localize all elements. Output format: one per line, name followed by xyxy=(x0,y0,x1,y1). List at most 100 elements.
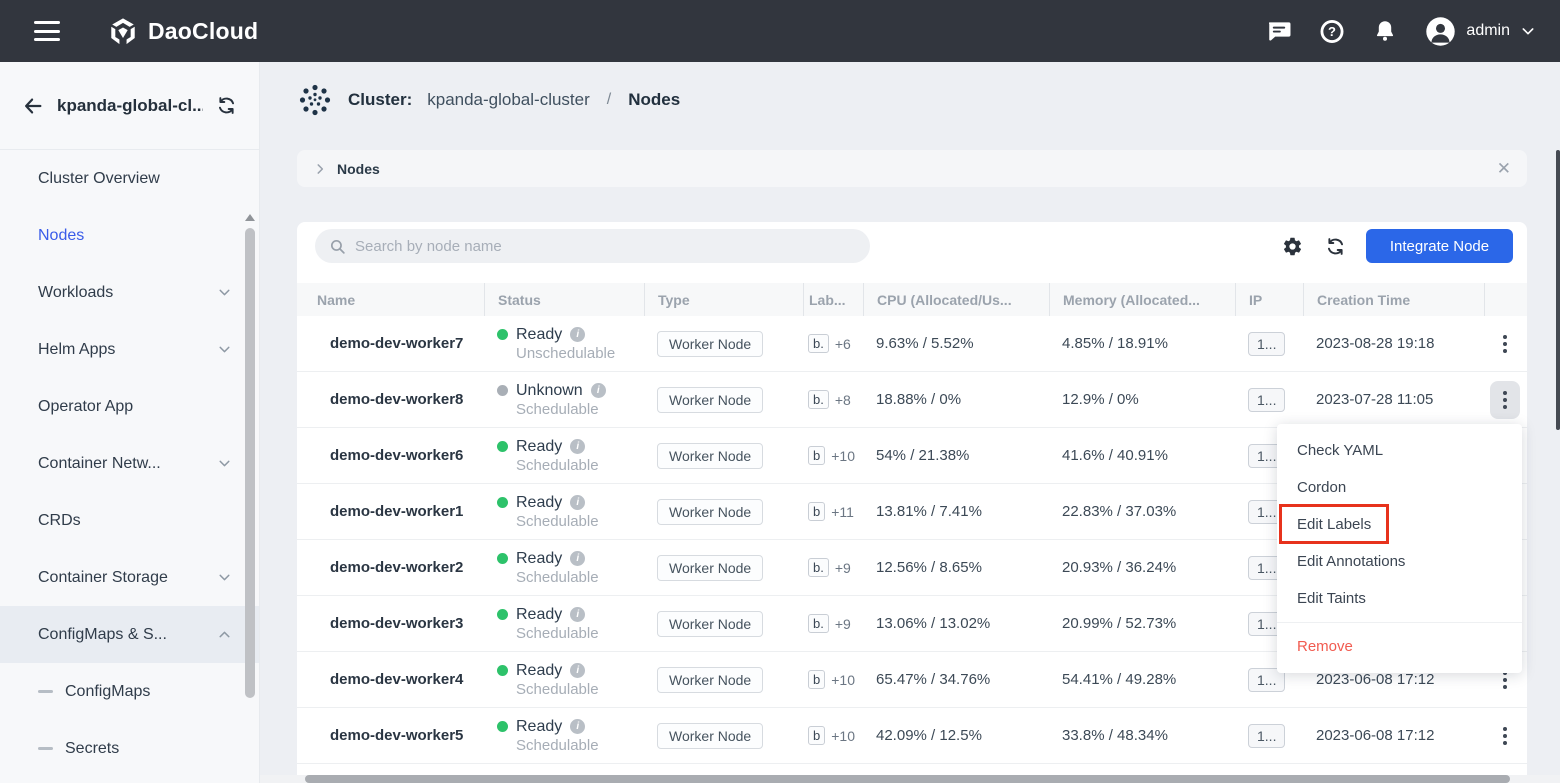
page-scrollbar[interactable] xyxy=(1556,150,1560,430)
label-badge: b xyxy=(808,446,825,465)
breadcrumb-separator: / xyxy=(607,91,611,109)
schedulable-text: Schedulable xyxy=(516,569,644,586)
collapse-bar-label: Nodes xyxy=(337,161,380,177)
sidebar-item-secrets[interactable]: Secrets xyxy=(0,720,259,777)
menu-item-edit-labels[interactable]: Edit Labels xyxy=(1277,506,1522,543)
sidebar-item-container-storage[interactable]: Container Storage xyxy=(0,549,259,606)
messages-icon[interactable] xyxy=(1266,18,1292,44)
notifications-bell-icon[interactable] xyxy=(1372,18,1398,44)
chevron-up-icon xyxy=(216,626,233,643)
node-name: demo-dev-worker4 xyxy=(297,671,484,688)
node-status-cell: Ready i Schedulable xyxy=(484,718,644,754)
node-name: demo-dev-worker8 xyxy=(297,391,484,408)
search-input-wrapper xyxy=(315,229,870,263)
breadcrumb-cluster-name[interactable]: kpanda-global-cluster xyxy=(427,90,590,110)
sidebar-item-label: Nodes xyxy=(38,227,233,245)
avatar xyxy=(1425,16,1456,47)
horizontal-scrollbar-thumb[interactable] xyxy=(305,775,1510,783)
top-navigation-bar: DaoCloud ? admin xyxy=(0,0,1560,62)
sidebar-scrollbar[interactable] xyxy=(244,214,256,780)
node-type-badge: Worker Node xyxy=(657,387,763,413)
back-arrow-icon[interactable] xyxy=(22,95,44,117)
sidebar-item-configmaps-s[interactable]: ConfigMaps & S... xyxy=(0,606,259,663)
labels-cell: b. +9 xyxy=(803,558,863,577)
info-icon[interactable]: i xyxy=(570,663,585,678)
node-status-cell: Ready i Schedulable xyxy=(484,606,644,642)
labels-cell: b +10 xyxy=(803,446,863,465)
status-text: Ready xyxy=(516,326,562,344)
row-actions-kebab-icon[interactable] xyxy=(1490,717,1520,755)
status-dot xyxy=(497,553,508,564)
menu-item-cordon[interactable]: Cordon xyxy=(1277,469,1522,506)
daocloud-logo[interactable]: DaoCloud xyxy=(108,16,258,46)
integrate-node-button[interactable]: Integrate Node xyxy=(1366,229,1513,263)
hamburger-menu-icon[interactable] xyxy=(34,21,60,41)
sidebar-item-workloads[interactable]: Workloads xyxy=(0,264,259,321)
status-dot xyxy=(497,497,508,508)
labels-cell: b. +9 xyxy=(803,614,863,633)
menu-item-check-yaml[interactable]: Check YAML xyxy=(1277,432,1522,469)
chevron-down-icon xyxy=(216,284,233,301)
ip-badge[interactable]: 1... xyxy=(1248,724,1285,748)
sidebar-item-helm-apps[interactable]: Helm Apps xyxy=(0,321,259,378)
schedulable-text: Schedulable xyxy=(516,625,644,642)
labels-more-count: +8 xyxy=(835,392,851,408)
creation-time-cell: 2023-06-08 17:12 xyxy=(1303,727,1484,744)
help-icon[interactable]: ? xyxy=(1319,18,1345,44)
row-actions-kebab-icon[interactable] xyxy=(1490,381,1520,419)
sidebar-item-nodes[interactable]: Nodes xyxy=(0,207,259,264)
menu-item-edit-annotations[interactable]: Edit Annotations xyxy=(1277,543,1522,580)
sidebar-item-crds[interactable]: CRDs xyxy=(0,492,259,549)
info-icon[interactable]: i xyxy=(591,383,606,398)
info-icon[interactable]: i xyxy=(570,495,585,510)
switch-cluster-icon[interactable] xyxy=(216,95,237,116)
info-icon[interactable]: i xyxy=(570,439,585,454)
menu-item-remove[interactable]: Remove xyxy=(1277,628,1522,665)
ip-badge[interactable]: 1... xyxy=(1248,332,1285,356)
refresh-icon[interactable] xyxy=(1323,234,1347,258)
info-icon[interactable]: i xyxy=(570,719,585,734)
actions-cell xyxy=(1484,381,1527,419)
info-icon[interactable]: i xyxy=(570,607,585,622)
menu-item-edit-taints[interactable]: Edit Taints xyxy=(1277,580,1522,617)
row-actions-kebab-icon[interactable] xyxy=(1490,325,1520,363)
search-input[interactable] xyxy=(355,238,856,255)
table-header: NameStatusTypeLab...CPU (Allocated/Us...… xyxy=(297,283,1527,316)
info-icon[interactable]: i xyxy=(570,327,585,342)
memory-cell: 22.83% / 37.03% xyxy=(1049,503,1235,520)
column-header: Lab... xyxy=(803,283,863,316)
sidebar-cluster-name[interactable]: kpanda-global-cl... xyxy=(57,96,203,116)
scroll-up-icon[interactable] xyxy=(245,214,255,221)
memory-cell: 4.85% / 18.91% xyxy=(1049,335,1235,352)
node-type-badge: Worker Node xyxy=(657,667,763,693)
sidebar-nav: Cluster Overview Nodes Workloads Helm Ap… xyxy=(0,150,259,777)
node-type-cell: Worker Node xyxy=(644,331,803,357)
status-text: Ready xyxy=(516,438,562,456)
sidebar-item-container-netw[interactable]: Container Netw... xyxy=(0,435,259,492)
horizontal-scrollbar[interactable] xyxy=(260,775,1560,783)
labels-cell: b +10 xyxy=(803,670,863,689)
info-icon[interactable]: i xyxy=(570,551,585,566)
user-menu[interactable]: admin xyxy=(1425,16,1536,47)
node-type-cell: Worker Node xyxy=(644,555,803,581)
sidebar-item-configmaps[interactable]: ConfigMaps xyxy=(0,663,259,720)
column-header: IP xyxy=(1235,283,1303,316)
nodes-collapse-bar[interactable]: Nodes ✕ xyxy=(297,150,1527,187)
sidebar-item-label: Container Netw... xyxy=(38,455,216,473)
cpu-cell: 9.63% / 5.52% xyxy=(863,335,1049,352)
sidebar-item-operator-app[interactable]: Operator App xyxy=(0,378,259,435)
status-text: Ready xyxy=(516,494,562,512)
settings-gear-icon[interactable] xyxy=(1280,234,1304,258)
user-chevron-down-icon xyxy=(1520,23,1536,39)
labels-more-count: +10 xyxy=(831,448,855,464)
memory-cell: 12.9% / 0% xyxy=(1049,391,1235,408)
ip-badge[interactable]: 1... xyxy=(1248,388,1285,412)
cpu-cell: 42.09% / 12.5% xyxy=(863,727,1049,744)
node-type-badge: Worker Node xyxy=(657,499,763,525)
memory-cell: 20.93% / 36.24% xyxy=(1049,559,1235,576)
cpu-cell: 13.81% / 7.41% xyxy=(863,503,1049,520)
close-icon[interactable]: ✕ xyxy=(1497,160,1511,177)
sidebar-scrollbar-thumb[interactable] xyxy=(245,228,255,698)
sidebar-item-cluster-overview[interactable]: Cluster Overview xyxy=(0,150,259,207)
node-actions-menu: Check YAMLCordonEdit LabelsEdit Annotati… xyxy=(1277,424,1522,673)
